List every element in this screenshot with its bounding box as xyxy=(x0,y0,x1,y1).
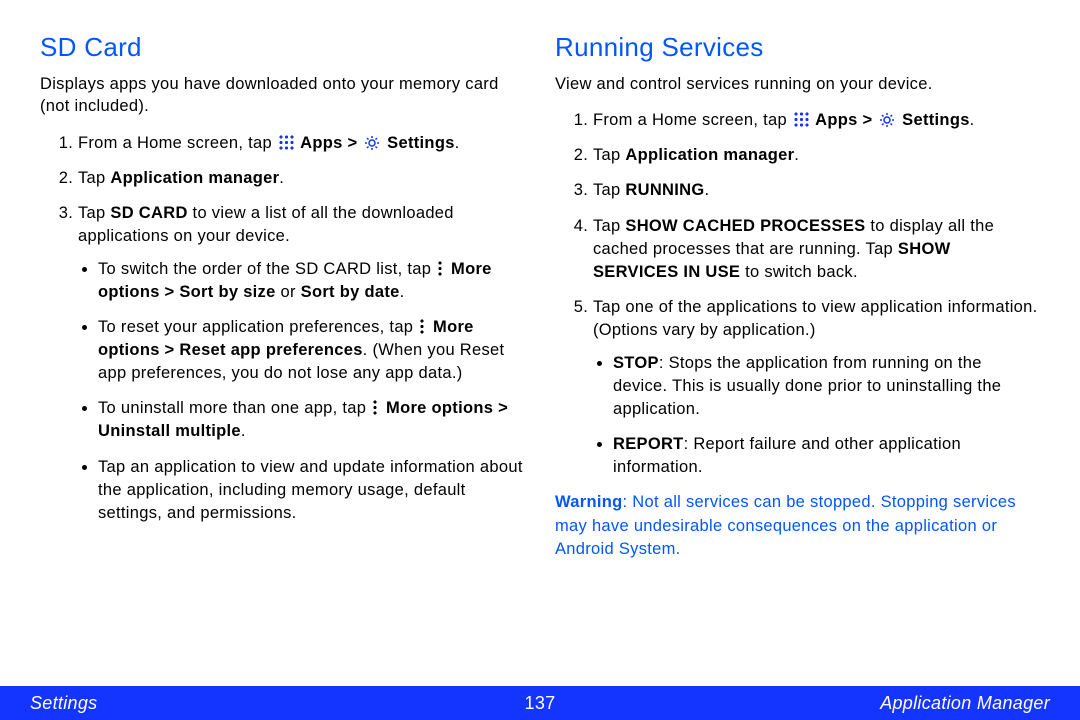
stop-label: STOP xyxy=(613,354,659,372)
step-4: Tap SHOW CACHED PROCESSES to display all… xyxy=(593,215,1040,284)
apps-grid-icon xyxy=(279,135,294,150)
text: To reset your application preferences, t… xyxy=(98,318,418,336)
step-3: Tap RUNNING. xyxy=(593,179,1040,202)
bullet-stop: STOP: Stops the application from running… xyxy=(613,352,1040,421)
right-column: Running Services View and control servic… xyxy=(555,32,1040,660)
text: . xyxy=(794,146,799,164)
text: . xyxy=(970,111,975,129)
step-3: Tap SD CARD to view a list of all the do… xyxy=(78,202,525,525)
sort-date-label: Sort by date xyxy=(301,283,400,301)
bullet-tap-app: Tap an application to view and update in… xyxy=(98,456,525,525)
bullet-reset: To reset your application preferences, t… xyxy=(98,316,525,385)
footer-left: Settings xyxy=(30,693,97,714)
text: . xyxy=(241,422,246,440)
apps-grid-icon xyxy=(794,112,809,127)
text: Tap xyxy=(593,181,625,199)
text: To switch the order of the SD CARD list,… xyxy=(98,260,436,278)
warning-text: Warning: Not all services can be stopped… xyxy=(555,491,1040,560)
settings-gear-icon xyxy=(364,135,380,151)
sd-card-sublist: To switch the order of the SD CARD list,… xyxy=(78,258,525,525)
bullet-report: REPORT: Report failure and other applica… xyxy=(613,433,1040,479)
running-sublist: STOP: Stops the application from running… xyxy=(593,352,1040,479)
report-label: REPORT xyxy=(613,435,684,453)
step-1: From a Home screen, tap Apps > Settings. xyxy=(593,109,1040,132)
text: : Stops the application from running on … xyxy=(613,354,1001,418)
show-cached-label: SHOW CACHED PROCESSES xyxy=(625,217,865,235)
text: or xyxy=(276,283,301,301)
app-manager-label: Application manager xyxy=(110,169,279,187)
sd-card-label: SD CARD xyxy=(110,204,187,222)
text: . xyxy=(455,134,460,152)
text: . xyxy=(400,283,405,301)
app-manager-label: Application manager xyxy=(625,146,794,164)
sd-card-heading: SD Card xyxy=(40,32,525,63)
page-number: 137 xyxy=(525,693,556,714)
text: Tap one of the applications to view appl… xyxy=(593,298,1038,339)
footer-right: Application Manager xyxy=(880,693,1050,714)
text: : Not all services can be stopped. Stopp… xyxy=(555,493,1016,557)
text: . xyxy=(279,169,284,187)
sd-card-intro: Displays apps you have downloaded onto y… xyxy=(40,73,525,118)
bullet-uninstall: To uninstall more than one app, tap More… xyxy=(98,397,525,443)
text: From a Home screen, tap xyxy=(78,134,277,152)
more-options-icon xyxy=(436,261,444,276)
settings-gear-icon xyxy=(879,112,895,128)
warning-label: Warning xyxy=(555,493,622,511)
text: Tap xyxy=(78,169,110,187)
bullet-sort: To switch the order of the SD CARD list,… xyxy=(98,258,525,304)
left-column: SD Card Displays apps you have downloade… xyxy=(40,32,525,660)
apps-label: Apps > xyxy=(296,134,362,152)
page-footer: Settings 137 Application Manager xyxy=(0,686,1080,720)
step-2: Tap Application manager. xyxy=(593,144,1040,167)
text: Tap xyxy=(593,217,625,235)
running-label: RUNNING xyxy=(625,181,704,199)
page-content: SD Card Displays apps you have downloade… xyxy=(0,0,1080,660)
text: to switch back. xyxy=(740,263,858,281)
settings-label: Settings xyxy=(897,111,969,129)
running-services-heading: Running Services xyxy=(555,32,1040,63)
text: . xyxy=(705,181,710,199)
text: Tap xyxy=(593,146,625,164)
more-options-icon xyxy=(371,400,379,415)
apps-label: Apps > xyxy=(811,111,877,129)
text: To uninstall more than one app, tap xyxy=(98,399,371,417)
text: Tap xyxy=(78,204,110,222)
text: From a Home screen, tap xyxy=(593,111,792,129)
more-options-icon xyxy=(418,319,426,334)
running-services-intro: View and control services running on you… xyxy=(555,73,1040,95)
step-5: Tap one of the applications to view appl… xyxy=(593,296,1040,480)
step-2: Tap Application manager. xyxy=(78,167,525,190)
running-services-steps: From a Home screen, tap Apps > Settings.… xyxy=(555,109,1040,479)
sd-card-steps: From a Home screen, tap Apps > Settings.… xyxy=(40,132,525,525)
settings-label: Settings xyxy=(382,134,454,152)
step-1: From a Home screen, tap Apps > Settings. xyxy=(78,132,525,155)
